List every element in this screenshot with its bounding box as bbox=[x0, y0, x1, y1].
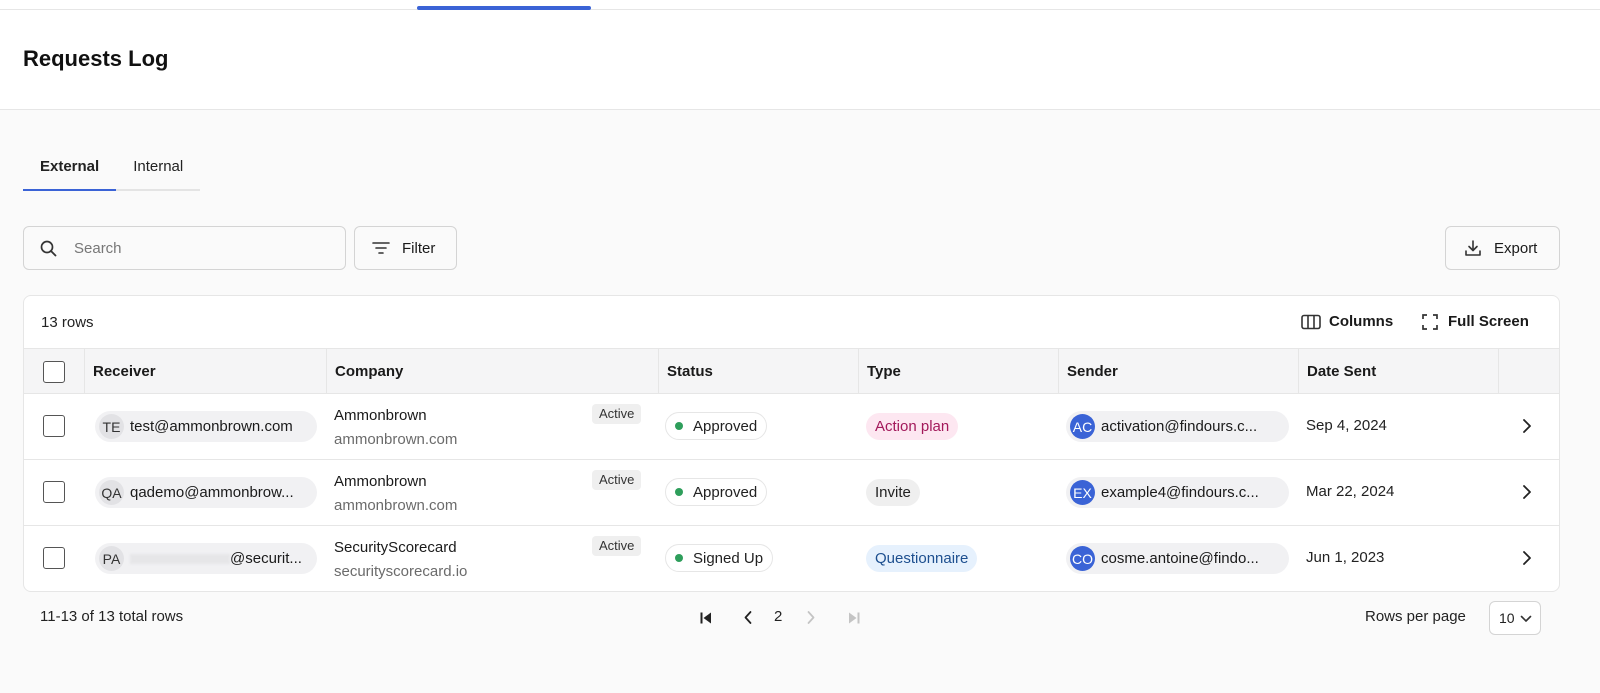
date-sent: Sep 4, 2024 bbox=[1306, 417, 1387, 434]
fullscreen-button-label: Full Screen bbox=[1448, 313, 1529, 330]
chevron-right-icon[interactable] bbox=[1522, 550, 1532, 571]
status-dot-icon bbox=[675, 488, 683, 496]
requests-table: 13 rows Columns Full Screen Receiver Com… bbox=[23, 295, 1560, 592]
table-row[interactable]: QA qademo@ammonbrow... Ammonbrown ammonb… bbox=[24, 460, 1559, 526]
page-header: Requests Log bbox=[0, 10, 1600, 110]
tab-bar: External Internal bbox=[23, 150, 201, 191]
table-row[interactable]: PA @securit... SecurityScorecard securit… bbox=[24, 526, 1559, 591]
company-status-badge: Active bbox=[592, 470, 642, 490]
type-badge: Action plan bbox=[866, 413, 959, 440]
row-checkbox[interactable] bbox=[43, 415, 65, 437]
column-header-actions bbox=[1498, 349, 1559, 394]
redacted-text bbox=[130, 553, 230, 564]
chevron-left-icon[interactable] bbox=[743, 610, 753, 629]
company-status-badge: Active bbox=[592, 404, 642, 424]
filter-button-label: Filter bbox=[402, 239, 436, 257]
column-header-date-sent[interactable]: Date Sent bbox=[1298, 349, 1498, 394]
status-dot-icon bbox=[675, 554, 683, 562]
avatar: CO bbox=[1070, 546, 1095, 571]
chevron-right-icon[interactable] bbox=[1522, 484, 1532, 505]
receiver-chip: QA qademo@ammonbrow... bbox=[95, 477, 317, 508]
table-row[interactable]: TE test@ammonbrown.com Ammonbrown ammonb… bbox=[24, 394, 1559, 460]
status-dot-icon bbox=[675, 422, 683, 430]
filter-button[interactable]: Filter bbox=[354, 226, 457, 270]
receiver-email: @securit... bbox=[230, 550, 302, 567]
table-toolbar: 13 rows Columns Full Screen bbox=[24, 296, 1559, 349]
status-badge: Approved bbox=[665, 412, 768, 440]
sender-email: example4@findours.c... bbox=[1101, 484, 1259, 501]
filter-icon bbox=[372, 242, 390, 254]
receiver-email: qademo@ammonbrow... bbox=[130, 484, 294, 501]
date-sent: Jun 1, 2023 bbox=[1306, 549, 1385, 566]
current-page[interactable]: 2 bbox=[774, 608, 782, 625]
search-icon bbox=[40, 240, 57, 262]
avatar: AC bbox=[1070, 414, 1095, 439]
avatar: PA bbox=[99, 546, 124, 571]
column-header-sender[interactable]: Sender bbox=[1058, 349, 1298, 394]
fullscreen-icon bbox=[1422, 313, 1438, 330]
top-nav-bar bbox=[0, 0, 1600, 10]
avatar: EX bbox=[1070, 480, 1095, 505]
receiver-email: test@ammonbrown.com bbox=[130, 418, 293, 435]
company-domain: ammonbrown.com bbox=[334, 497, 458, 514]
row-checkbox[interactable] bbox=[43, 547, 65, 569]
date-sent: Mar 22, 2024 bbox=[1306, 483, 1395, 500]
select-all-checkbox[interactable] bbox=[43, 361, 65, 383]
company-name: Ammonbrown bbox=[334, 407, 427, 424]
sender-chip: CO cosme.antoine@findo... bbox=[1066, 543, 1289, 574]
export-button[interactable]: Export bbox=[1445, 226, 1560, 270]
page-title: Requests Log bbox=[23, 46, 169, 71]
company-domain: securityscorecard.io bbox=[334, 563, 468, 580]
company-status-badge: Active bbox=[592, 536, 642, 556]
column-header-status[interactable]: Status bbox=[658, 349, 858, 394]
columns-icon bbox=[1301, 314, 1321, 329]
company-name: Ammonbrown bbox=[334, 473, 427, 490]
download-icon bbox=[1465, 240, 1481, 256]
company-domain: ammonbrown.com bbox=[334, 431, 458, 448]
rows-per-page-value: 10 bbox=[1499, 610, 1515, 626]
type-badge: Invite bbox=[866, 479, 920, 506]
status-badge: Signed Up bbox=[665, 544, 774, 572]
receiver-chip: TE test@ammonbrown.com bbox=[95, 411, 317, 442]
sender-email: cosme.antoine@findo... bbox=[1101, 550, 1259, 567]
chevron-right-icon[interactable] bbox=[1522, 418, 1532, 439]
sender-chip: AC activation@findours.c... bbox=[1066, 411, 1289, 442]
status-label: Signed Up bbox=[693, 549, 764, 567]
search-input[interactable] bbox=[74, 235, 334, 261]
rows-per-page-label: Rows per page bbox=[1365, 608, 1466, 625]
avatar: TE bbox=[99, 414, 124, 439]
table-header-row: Receiver Company Status Type Sender Date… bbox=[24, 349, 1559, 394]
status-badge: Approved bbox=[665, 478, 768, 506]
chevron-right-icon[interactable] bbox=[806, 610, 816, 629]
search-box bbox=[23, 226, 346, 270]
columns-button-label: Columns bbox=[1329, 313, 1394, 330]
first-page-icon[interactable] bbox=[699, 611, 713, 629]
status-label: Approved bbox=[693, 417, 758, 435]
tab-external[interactable]: External bbox=[23, 150, 117, 191]
rows-per-page-select[interactable]: 10 bbox=[1489, 601, 1541, 635]
last-page-icon[interactable] bbox=[847, 611, 861, 629]
company-name: SecurityScorecard bbox=[334, 539, 457, 556]
column-header-receiver[interactable]: Receiver bbox=[84, 349, 326, 394]
type-badge: Questionnaire bbox=[866, 545, 978, 572]
fullscreen-button[interactable]: Full Screen bbox=[1422, 313, 1529, 330]
column-header-company[interactable]: Company bbox=[326, 349, 658, 394]
column-header-type[interactable]: Type bbox=[858, 349, 1058, 394]
status-label: Approved bbox=[693, 483, 758, 501]
pagination-range: 11-13 of 13 total rows bbox=[40, 608, 184, 625]
tab-internal[interactable]: Internal bbox=[116, 150, 200, 189]
sender-chip: EX example4@findours.c... bbox=[1066, 477, 1289, 508]
columns-button[interactable]: Columns bbox=[1301, 313, 1393, 330]
export-button-label: Export bbox=[1494, 239, 1538, 257]
receiver-chip: PA @securit... bbox=[95, 543, 317, 574]
row-checkbox[interactable] bbox=[43, 481, 65, 503]
sender-email: activation@findours.c... bbox=[1101, 418, 1258, 435]
avatar: QA bbox=[99, 480, 124, 505]
row-count: 13 rows bbox=[41, 314, 94, 331]
chevron-down-icon bbox=[1520, 615, 1532, 622]
